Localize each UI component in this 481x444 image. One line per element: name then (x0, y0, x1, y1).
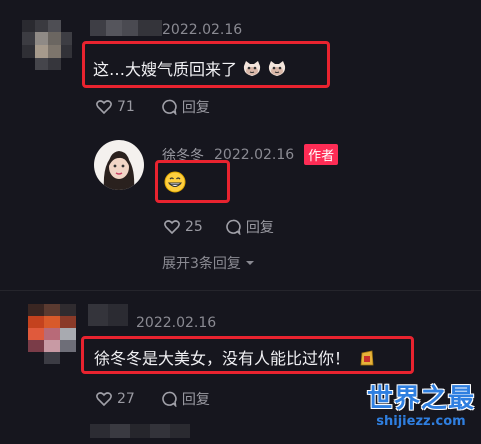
like-button[interactable]: 27 (96, 389, 135, 409)
like-count: 71 (117, 99, 135, 115)
reply-label: 回复 (181, 100, 210, 116)
comment-date: 2022.02.16 (162, 22, 243, 38)
pixelated-strip (90, 424, 190, 438)
author-avatar[interactable] (94, 140, 144, 190)
comment-date: 2022.02.16 (136, 315, 217, 331)
divider (0, 290, 481, 291)
watermark-url: shijiezz.com (376, 414, 466, 429)
comment-text-content: 这…大嫂气质回来了 (93, 60, 238, 79)
reply-button[interactable]: 回复 (161, 97, 210, 117)
reply-label: 回复 (245, 220, 274, 236)
username-pixelated-2[interactable] (88, 304, 128, 326)
cat-emoji-icon (242, 60, 262, 82)
comment-text: 徐冬冬是大美女，没有人能比过你！ (94, 345, 375, 371)
expand-replies-button[interactable]: 展开3条回复 (162, 253, 255, 273)
watermark-title: 世界之最 (367, 384, 476, 414)
like-count: 27 (117, 391, 135, 407)
expand-replies-label: 展开3条回复 (162, 256, 241, 272)
grin-emoji-icon (164, 171, 186, 197)
like-count: 25 (185, 219, 203, 235)
avatar-pixelated-2[interactable] (28, 304, 76, 364)
like-button[interactable]: 25 (164, 217, 203, 237)
comment-actions: 71 回复 (96, 97, 210, 117)
chevron-down-icon (245, 261, 254, 265)
heart-icon (96, 100, 112, 114)
comment-bubble-icon (162, 391, 177, 407)
heart-icon (96, 392, 112, 406)
cat-emoji-icon (267, 60, 287, 82)
username-pixelated-1[interactable] (90, 20, 162, 36)
comment-text: 这…大嫂气质回来了 (93, 56, 287, 82)
like-button[interactable]: 71 (96, 97, 135, 117)
heart-icon (164, 220, 180, 234)
reply-label: 回复 (181, 392, 210, 408)
watermark-logo: 世界之最 shijiezz.com (367, 384, 475, 430)
reply-button[interactable]: 回复 (161, 389, 210, 409)
comment-bubble-icon (162, 99, 177, 115)
reply-button[interactable]: 回复 (225, 217, 274, 237)
author-tag-badge: 作者 (304, 144, 339, 165)
comment-text-content: 徐冬冬是大美女，没有人能比过你！ (94, 349, 351, 368)
comment-actions: 27 回复 (96, 389, 210, 409)
avatar-pixelated-1[interactable] (22, 20, 72, 70)
fortune-bag-emoji-icon (359, 349, 375, 371)
reply-actions: 25 回复 (164, 217, 274, 237)
comment-bubble-icon (226, 219, 241, 235)
